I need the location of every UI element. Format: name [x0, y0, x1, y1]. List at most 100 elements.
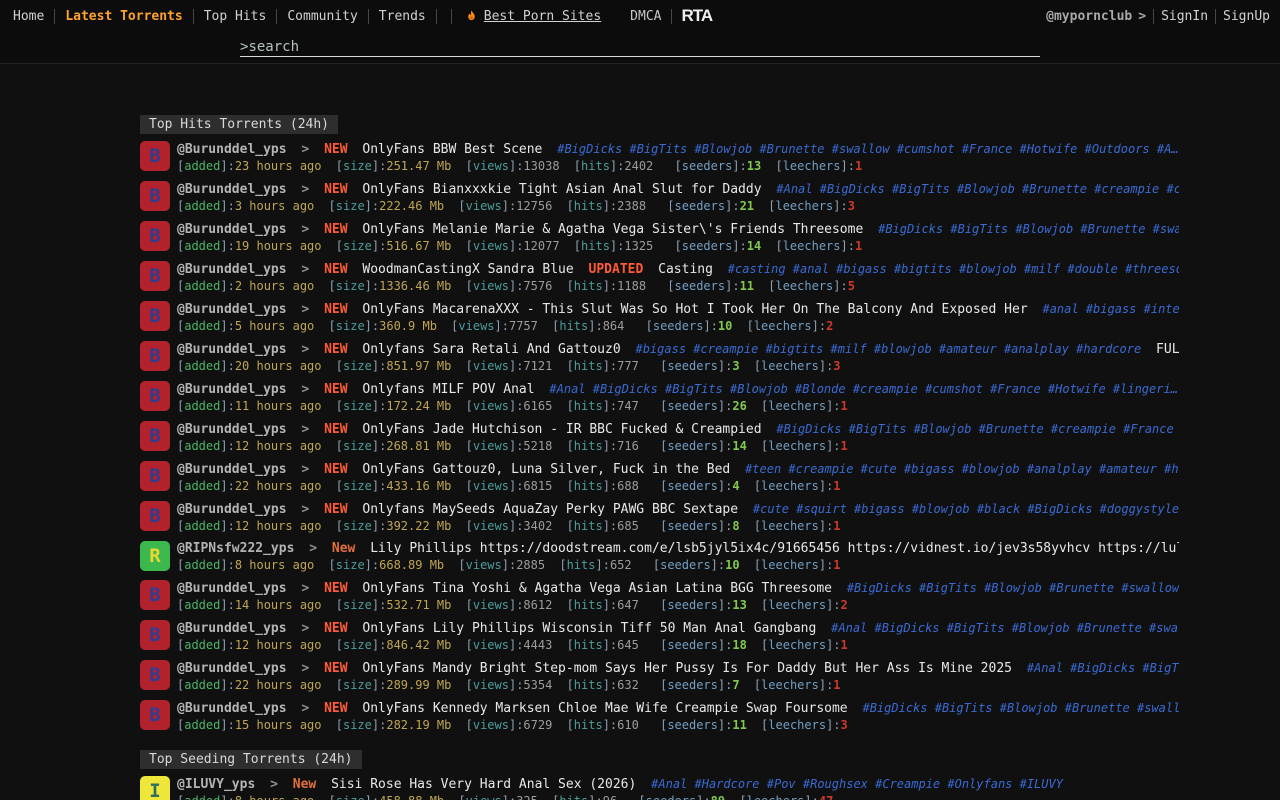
uploader-name[interactable]: @Burunddel_yps — [177, 182, 287, 197]
tag-list[interactable]: #BigDicks #BigTits #Blowjob #Brunette #s… — [847, 581, 1179, 595]
avatar[interactable]: B — [140, 221, 170, 251]
uploader-name[interactable]: @Burunddel_yps — [177, 302, 287, 317]
torrent-row[interactable]: B @Burunddel_yps > NEW Onlyfans MaySeeds… — [140, 501, 1280, 534]
tag-list[interactable]: #casting #anal #bigass #bigtits #blowjob… — [728, 262, 1179, 276]
torrent-title[interactable]: WoodmanCastingX Sandra Blue — [362, 262, 573, 277]
hits-stat: [hits]:864 — [552, 319, 624, 333]
tag-list[interactable]: #Anal #BigDicks #BigTits #Blowjob #Blond… — [549, 382, 1178, 396]
avatar[interactable]: B — [140, 181, 170, 211]
torrent-row[interactable]: B @Burunddel_yps > NEW Onlyfans MILF POV… — [140, 381, 1280, 414]
tag-list[interactable]: #BigDicks #BigTits #Blowjob #Brunette #s… — [557, 142, 1178, 156]
avatar[interactable]: B — [140, 421, 170, 451]
torrent-title[interactable]: Onlyfans Sara Retali And Gattouz0 — [362, 342, 620, 357]
avatar[interactable]: B — [140, 620, 170, 650]
uploader-name[interactable]: @RIPNsfw222_yps — [177, 541, 294, 556]
torrent-title[interactable]: OnlyFans Bianxxxkie Tight Asian Anal Slu… — [362, 182, 761, 197]
uploader-name[interactable]: @Burunddel_yps — [177, 342, 287, 357]
torrent-row[interactable]: B @Burunddel_yps > NEW OnlyFans Mandy Br… — [140, 660, 1280, 693]
torrent-title[interactable]: Onlyfans MILF POV Anal — [362, 382, 534, 397]
torrent-title[interactable]: OnlyFans Kennedy Marksen Chloe Mae Wife … — [362, 701, 847, 716]
torrent-row[interactable]: B @Burunddel_yps > NEW OnlyFans Kennedy … — [140, 700, 1280, 733]
torrent-row[interactable]: B @Burunddel_yps > NEW Onlyfans Sara Ret… — [140, 341, 1280, 374]
uploader-name[interactable]: @Burunddel_yps — [177, 462, 287, 477]
nav-top-hits[interactable]: Top Hits — [201, 9, 270, 24]
torrent-row[interactable]: B @Burunddel_yps > NEW OnlyFans Gattouz0… — [140, 461, 1280, 494]
signin-link[interactable]: SignIn — [1161, 9, 1208, 24]
dmca-link[interactable]: DMCA — [627, 9, 664, 24]
tag-list[interactable]: #BigDicks #BigTits #Blowjob #Brunette #s… — [878, 222, 1179, 236]
uploader-name[interactable]: @Burunddel_yps — [177, 222, 287, 237]
torrent-row[interactable]: B @Burunddel_yps > NEW OnlyFans Jade Hut… — [140, 421, 1280, 454]
torrent-row[interactable]: B @Burunddel_yps > NEW OnlyFans Tina Yos… — [140, 580, 1280, 613]
nav-community[interactable]: Community — [284, 9, 360, 24]
tag-list[interactable]: #BigDicks #BigTits #Blowjob #Brunette #c… — [776, 422, 1179, 436]
torrent-row[interactable]: R @RIPNsfw222_yps > New Lily Phillips ht… — [140, 541, 1280, 573]
avatar[interactable]: B — [140, 141, 170, 171]
views-value: 13038 — [523, 159, 559, 173]
torrent-row[interactable]: I @ILUVY_yps > New Sisi Rose Has Very Ha… — [140, 776, 1280, 800]
avatar[interactable]: I — [140, 776, 170, 800]
account-name[interactable]: @mypornclub — [1046, 9, 1132, 24]
new-badge: NEW — [324, 462, 347, 477]
torrent-row[interactable]: B @Burunddel_yps > NEW WoodmanCastingX S… — [140, 261, 1280, 294]
leechers-value: 3 — [848, 199, 855, 213]
leechers-stat: [leechers]:1 — [754, 678, 841, 692]
uploader-name[interactable]: @Burunddel_yps — [177, 621, 287, 636]
avatar[interactable]: B — [140, 381, 170, 411]
torrent-title[interactable]: Lily Phillips https://doodstream.com/e/l… — [370, 541, 1179, 556]
uploader-name[interactable]: @ILUVY_yps — [177, 777, 255, 792]
tag-list[interactable]: #bigass #creampie #bigtits #milf #blowjo… — [635, 342, 1141, 356]
uploader-name[interactable]: @Burunddel_yps — [177, 581, 287, 596]
torrent-title[interactable]: OnlyFans Jade Hutchison - IR BBC Fucked … — [362, 422, 761, 437]
uploader-name[interactable]: @Burunddel_yps — [177, 661, 287, 676]
arrow-separator: > — [301, 462, 309, 477]
torrent-row[interactable]: B @Burunddel_yps > NEW OnlyFans Bianxxxk… — [140, 181, 1280, 214]
tag-list[interactable]: #anal #bigass #interrac… — [1042, 302, 1179, 316]
torrent-title[interactable]: OnlyFans Melanie Marie & Agatha Vega Sis… — [362, 222, 863, 237]
avatar[interactable]: B — [140, 660, 170, 690]
nav-trends[interactable]: Trends — [376, 9, 429, 24]
avatar[interactable]: B — [140, 700, 170, 730]
tag-list[interactable]: #Anal #Hardcore #Pov #Roughsex #Creampie… — [651, 777, 1063, 791]
torrent-title-line: @Burunddel_yps > NEW OnlyFans BBW Best S… — [177, 141, 1179, 158]
rta-logo[interactable]: RTA — [681, 6, 712, 26]
tag-list[interactable]: #teen #creampie #cute #bigass #blowjob #… — [745, 462, 1179, 476]
torrent-row[interactable]: B @Burunddel_yps > NEW OnlyFans Macarena… — [140, 301, 1280, 334]
uploader-name[interactable]: @Burunddel_yps — [177, 382, 287, 397]
avatar[interactable]: B — [140, 341, 170, 371]
avatar[interactable]: B — [140, 580, 170, 610]
avatar[interactable]: B — [140, 301, 170, 331]
torrent-row[interactable]: B @Burunddel_yps > NEW OnlyFans Lily Phi… — [140, 620, 1280, 653]
tag-list[interactable]: #Anal #BigDicks #BigTits #Blowjob #Brune… — [831, 621, 1179, 635]
torrent-title[interactable]: OnlyFans BBW Best Scene — [362, 142, 542, 157]
avatar[interactable]: B — [140, 501, 170, 531]
torrent-title[interactable]: Onlyfans MaySeeds AquaZay Perky PAWG BBC… — [362, 502, 738, 517]
uploader-name[interactable]: @Burunddel_yps — [177, 422, 287, 437]
hits-stat: [hits]:2402 — [574, 159, 654, 173]
best-porn-sites-link[interactable]: Best Porn Sites — [465, 9, 601, 24]
torrent-row[interactable]: B @Burunddel_yps > NEW OnlyFans Melanie … — [140, 221, 1280, 254]
nav-latest-torrents[interactable]: Latest Torrents — [62, 9, 185, 24]
search-input[interactable] — [248, 38, 1040, 56]
uploader-name[interactable]: @Burunddel_yps — [177, 262, 287, 277]
avatar[interactable]: B — [140, 261, 170, 291]
nav-home[interactable]: Home — [10, 9, 47, 24]
torrent-title[interactable]: OnlyFans Gattouz0, Luna Silver, Fuck in … — [362, 462, 730, 477]
uploader-name[interactable]: @Burunddel_yps — [177, 142, 287, 157]
torrent-title[interactable]: OnlyFans Lily Phillips Wisconsin Tiff 50… — [362, 621, 816, 636]
tag-list[interactable]: #Anal #BigDicks #BigTits … — [1027, 661, 1179, 675]
avatar[interactable]: R — [140, 541, 170, 571]
tag-list[interactable]: #cute #squirt #bigass #blowjob #black #B… — [753, 502, 1179, 516]
tag-list[interactable]: #Anal #BigDicks #BigTits #Blowjob #Brune… — [776, 182, 1179, 196]
torrent-title[interactable]: OnlyFans Tina Yoshi & Agatha Vega Asian … — [362, 581, 832, 596]
tag-list[interactable]: #BigDicks #BigTits #Blowjob #Brunette #s… — [862, 701, 1179, 715]
signup-link[interactable]: SignUp — [1223, 9, 1270, 24]
torrent-title[interactable]: Sisi Rose Has Very Hard Anal Sex (2026) — [331, 777, 636, 792]
torrent-row[interactable]: B @Burunddel_yps > NEW OnlyFans BBW Best… — [140, 141, 1280, 174]
uploader-name[interactable]: @Burunddel_yps — [177, 701, 287, 716]
torrent-title[interactable]: OnlyFans Mandy Bright Step-mom Says Her … — [362, 661, 1012, 676]
torrent-title-cont[interactable]: Casting — [658, 262, 713, 277]
avatar[interactable]: B — [140, 461, 170, 491]
torrent-title[interactable]: OnlyFans MacarenaXXX - This Slut Was So … — [362, 302, 1027, 317]
uploader-name[interactable]: @Burunddel_yps — [177, 502, 287, 517]
